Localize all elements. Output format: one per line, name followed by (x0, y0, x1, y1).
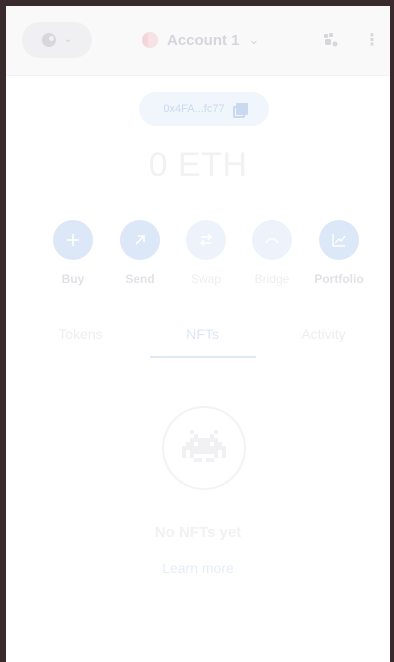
send-button-circle (120, 220, 160, 260)
active-tab-indicator (150, 356, 256, 358)
space-invader-icon (182, 430, 226, 462)
app-header: ⌄ Account 1 ⌄ ⋮ (6, 6, 390, 76)
chart-icon (332, 234, 346, 247)
account-selector[interactable]: Account 1 ⌄ (142, 26, 259, 54)
balance-unit: ETH (177, 146, 248, 184)
send-button[interactable]: Send (107, 220, 173, 286)
chevron-down-icon: ⌄ (248, 32, 260, 47)
swap-button[interactable]: Swap (173, 220, 239, 286)
account-name: Account 1 (167, 31, 240, 49)
bridge-label: Bridge (254, 272, 290, 286)
arrow-up-right-icon (135, 235, 145, 245)
swap-button-circle (186, 220, 226, 260)
chevron-down-icon: ⌄ (63, 34, 73, 45)
connected-sites-icon[interactable] (320, 30, 340, 50)
wallet-window: ⌄ Account 1 ⌄ ⋮ 0x4FA...fc77 0 ETH Buy S… (6, 6, 390, 662)
tab-activity[interactable]: Activity (265, 318, 382, 360)
balance-amount: 0 (148, 146, 168, 184)
buy-button[interactable]: Buy (40, 220, 106, 286)
tab-tokens[interactable]: Tokens (22, 318, 139, 360)
empty-state-title: No NFTs yet (154, 524, 242, 541)
swap-label: Swap (190, 272, 222, 286)
account-address: 0x4FA...fc77 (163, 103, 225, 115)
plus-icon (67, 234, 79, 246)
asset-tabs: Tokens NFTs Activity (22, 318, 374, 360)
empty-state-illustration (162, 406, 246, 490)
learn-more-link[interactable]: Learn more (6, 560, 390, 576)
portfolio-button-circle (319, 220, 359, 260)
action-buttons: Buy Send Swap Bridge Portfolio (6, 220, 390, 296)
network-avatar-icon (41, 33, 56, 47)
more-vertical-icon[interactable]: ⋮ (362, 30, 382, 50)
bridge-icon (265, 237, 279, 244)
account-avatar (142, 32, 158, 48)
network-selector-button[interactable]: ⌄ (22, 22, 92, 58)
bridge-button-circle (252, 220, 292, 260)
portfolio-label: Portfolio (314, 272, 364, 286)
buy-label: Buy (61, 272, 85, 286)
tab-nfts[interactable]: NFTs (144, 318, 261, 360)
balance-display: 0 ETH (6, 146, 390, 185)
bridge-button[interactable]: Bridge (239, 220, 305, 286)
send-label: Send (125, 272, 155, 286)
buy-button-circle (53, 220, 93, 260)
copy-icon (232, 103, 248, 118)
swap-arrows-icon (200, 233, 212, 247)
portfolio-button[interactable]: Portfolio (306, 220, 372, 286)
account-address-chip[interactable]: 0x4FA...fc77 (139, 92, 269, 126)
